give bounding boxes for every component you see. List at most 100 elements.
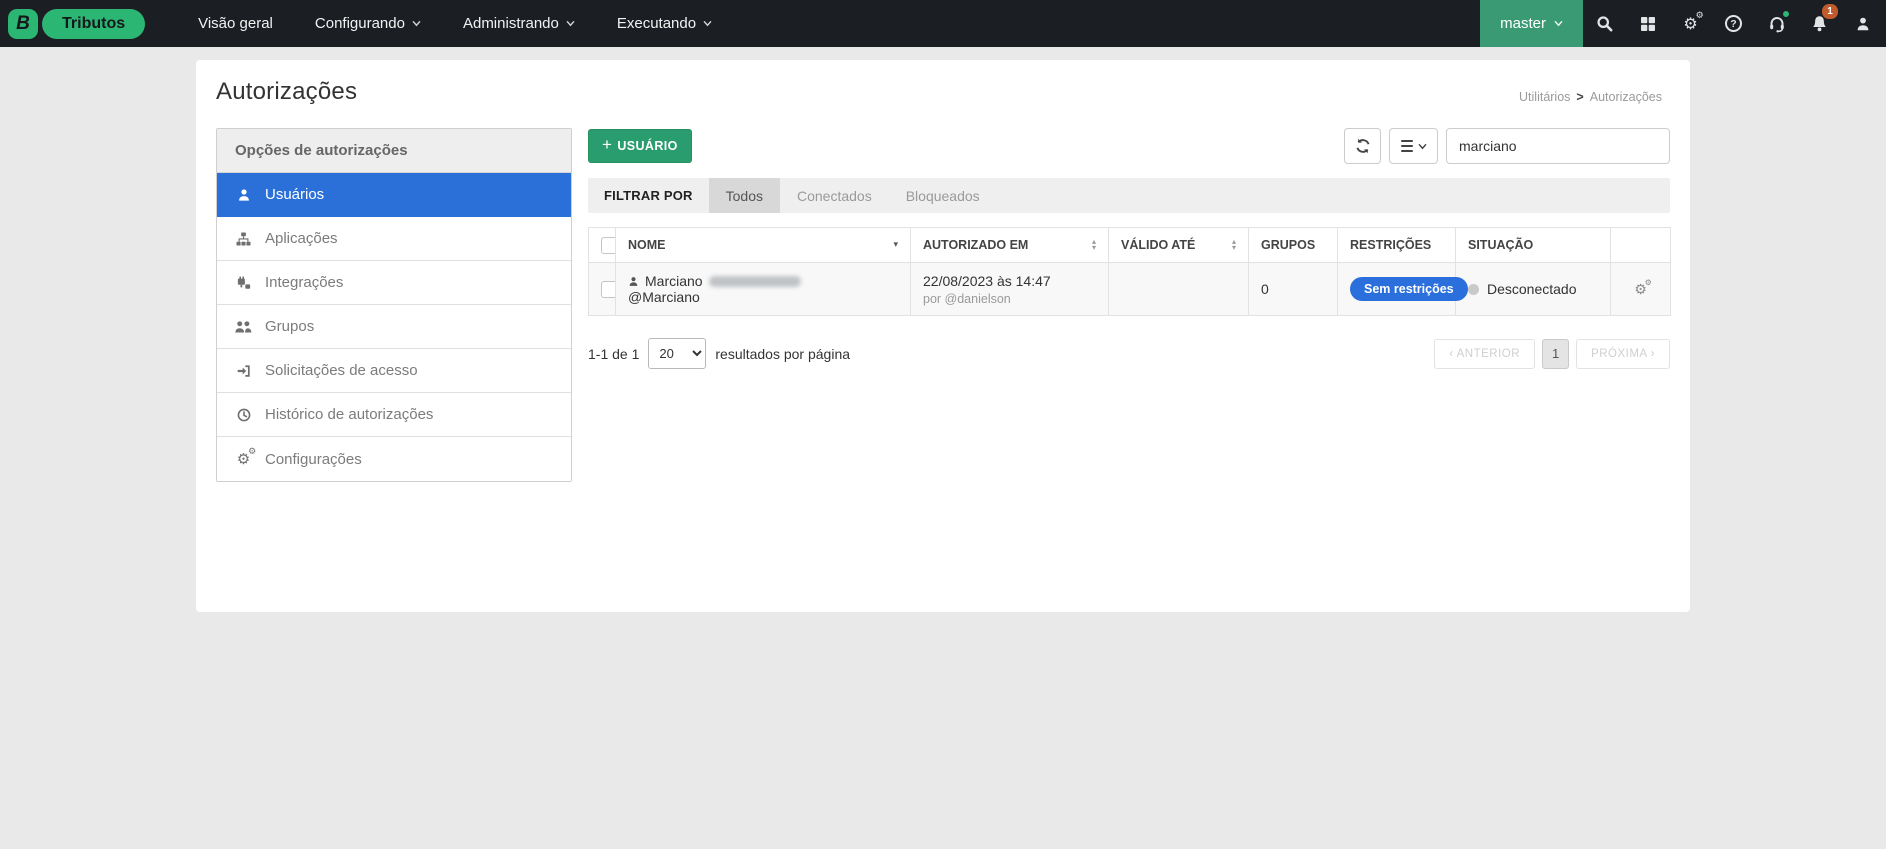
app-logo[interactable]: B Tributos <box>8 8 146 39</box>
search-input[interactable] <box>1446 128 1670 164</box>
list-options-button[interactable] <box>1389 128 1438 164</box>
sidebar-item-label: Grupos <box>265 318 315 335</box>
main-menu: Visão geral Configurando Administrando E… <box>177 0 733 47</box>
user-menu-icon[interactable] <box>1841 0 1884 47</box>
next-page-button[interactable]: PRÓXIMA › <box>1576 338 1670 369</box>
sidebar-item-label: Usuários <box>265 186 325 203</box>
filter-tab-todos[interactable]: Todos <box>708 178 780 213</box>
chevron-down-icon <box>703 20 712 27</box>
sidebar-item-configuracoes[interactable]: ⚙ ⚙ Configurações <box>217 437 571 481</box>
sidebar-item-integracoes[interactable]: Integrações <box>217 261 571 305</box>
filter-tab-bloqueados[interactable]: Bloqueados <box>889 178 997 213</box>
nav-administrando[interactable]: Administrando <box>442 0 596 47</box>
sidebar-item-solicitacoes[interactable]: Solicitações de acesso <box>217 349 571 393</box>
sidebar-item-label: Aplicações <box>265 230 338 247</box>
users-table: NOME ▾ AUTORIZADO EM ▴ ▾ VÁLIDO ATÉ ▴ ▾ GRUPO… <box>588 227 1671 316</box>
cell-situacao: Desconectado <box>1455 262 1611 316</box>
sort-icon: ▴ ▾ <box>1091 237 1096 252</box>
betha-logo-icon: B <box>8 8 38 39</box>
users-group-icon <box>235 320 252 334</box>
cell-valido-ate <box>1108 262 1249 316</box>
apps-grid-icon[interactable] <box>1626 0 1669 47</box>
integration-icon <box>235 276 252 290</box>
page-number-button[interactable]: 1 <box>1542 338 1570 369</box>
page-size-select[interactable]: 20 <box>648 338 707 369</box>
entity-selector-master[interactable]: master <box>1480 0 1583 47</box>
column-header-restricoes: RESTRIÇÕES <box>1337 227 1456 263</box>
sort-desc-icon: ▾ <box>893 240 898 250</box>
refresh-button[interactable] <box>1344 128 1381 164</box>
filter-tab-conectados[interactable]: Conectados <box>780 178 889 213</box>
sidebar-item-label: Histórico de autorizações <box>265 406 434 423</box>
column-header-valido-ate[interactable]: VÁLIDO ATÉ ▴ ▾ <box>1108 227 1249 263</box>
history-clock-icon <box>235 408 252 422</box>
cell-restricoes: Sem restrições <box>1337 262 1468 316</box>
sidebar-item-label: Configurações <box>265 450 362 468</box>
nav-configurando[interactable]: Configurando <box>294 0 442 47</box>
authorized-by: por @danielson <box>923 291 1011 306</box>
chevron-down-icon <box>412 20 421 27</box>
user-icon <box>235 188 252 202</box>
authorized-date: 22/08/2023 às 14:47 <box>923 272 1051 289</box>
users-main-area: + USUÁRIO marciano FILTRAR POR Todos Con… <box>588 128 1671 482</box>
user-name: Marciano <box>645 273 703 289</box>
sidebar-item-grupos[interactable]: Grupos <box>217 305 571 349</box>
user-handle: @Marciano <box>628 289 700 305</box>
pagination: 1-1 de 1 20 resultados por página ‹ ANTE… <box>588 338 1670 369</box>
plus-icon: + <box>602 135 613 154</box>
column-header-situacao: SITUAÇÃO <box>1455 227 1611 263</box>
table-row: Marciano @Marciano 22/08/2023 às 14:47 p… <box>588 262 1671 316</box>
gears-icon: ⚙ ⚙ <box>1634 278 1652 298</box>
per-page-label: resultados por página <box>715 345 851 362</box>
help-icon[interactable]: ? <box>1712 0 1755 47</box>
user-icon <box>629 276 638 286</box>
sidebar-item-label: Integrações <box>265 274 344 291</box>
entity-label: master <box>1500 15 1546 32</box>
column-header-actions <box>1610 227 1671 263</box>
row-actions-button[interactable]: ⚙ ⚙ <box>1610 262 1671 316</box>
status-label: Desconectado <box>1487 281 1577 297</box>
chevron-down-icon <box>1554 20 1563 27</box>
cell-grupos: 0 <box>1248 262 1338 316</box>
support-headset-icon[interactable] <box>1755 0 1798 47</box>
nav-label: Configurando <box>314 15 405 32</box>
cell-nome: Marciano @Marciano <box>615 262 911 316</box>
sidebar-item-usuarios[interactable]: Usuários <box>217 173 571 217</box>
breadcrumb-separator: > <box>1576 90 1584 104</box>
breadcrumb-current: Autorizações <box>1589 90 1662 104</box>
chevron-down-icon <box>1417 143 1427 149</box>
services-gear-icon[interactable]: ⚙ ⚙ <box>1669 0 1712 47</box>
search-icon[interactable] <box>1583 0 1626 47</box>
column-header-grupos: GRUPOS <box>1248 227 1338 263</box>
nav-visao-geral[interactable]: Visão geral <box>177 0 294 47</box>
sidebar-item-aplicacoes[interactable]: Aplicações <box>217 217 571 261</box>
nav-executando[interactable]: Executando <box>596 0 733 47</box>
add-user-button[interactable]: + USUÁRIO <box>588 129 692 163</box>
online-status-dot <box>1781 9 1791 19</box>
column-header-autorizado-em[interactable]: AUTORIZADO EM ▴ ▾ <box>910 227 1109 263</box>
previous-page-button[interactable]: ‹ ANTERIOR <box>1434 338 1536 369</box>
column-header-nome[interactable]: NOME ▾ <box>615 227 911 263</box>
content-card: Autorizações Utilitários > Autorizações Op… <box>196 60 1690 612</box>
nav-label: Executando <box>616 15 697 32</box>
sitemap-icon <box>235 231 252 246</box>
add-user-label: USUÁRIO <box>617 139 678 153</box>
notification-count-badge: 1 <box>1822 4 1838 19</box>
chevron-down-icon <box>566 20 575 27</box>
redacted-surname <box>708 275 801 287</box>
results-summary: 1-1 de 1 <box>588 345 640 362</box>
breadcrumb-parent[interactable]: Utilitários <box>1519 90 1570 104</box>
product-name: Tributos <box>42 8 146 39</box>
sidebar-item-historico[interactable]: Histórico de autorizações <box>217 393 571 437</box>
notifications-bell-icon[interactable]: 1 <box>1798 0 1841 47</box>
sort-icon: ▴ ▾ <box>1231 237 1236 252</box>
authorization-options-panel: Opções de autorizações Usuários Aplicaçõ… <box>216 128 572 482</box>
filter-bar: FILTRAR POR Todos Conectados Bloqueados <box>588 178 1670 213</box>
sign-in-icon <box>235 364 252 378</box>
list-bars-icon <box>1400 139 1413 153</box>
restrictions-badge[interactable]: Sem restrições <box>1350 277 1468 301</box>
offline-status-dot <box>1468 283 1479 295</box>
breadcrumb: Utilitários > Autorizações <box>1519 78 1670 104</box>
navbar-icon-group: ⚙ ⚙ ? 1 <box>1583 0 1886 47</box>
top-navbar: B Tributos Visão geral Configurando Admi… <box>0 0 1886 47</box>
